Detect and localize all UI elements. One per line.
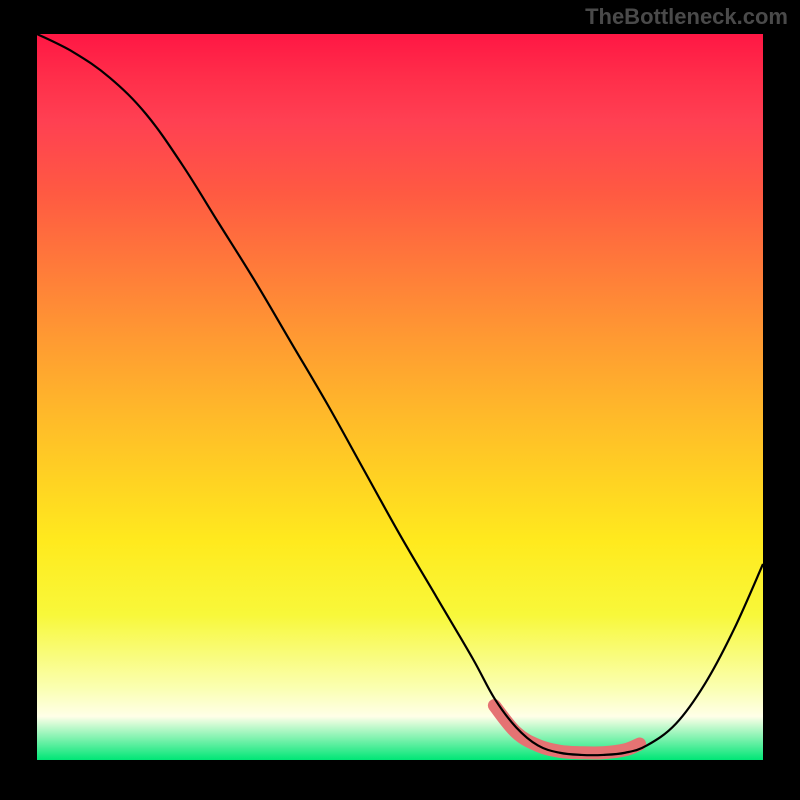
chart-svg: [37, 34, 763, 760]
watermark-text: TheBottleneck.com: [585, 4, 788, 30]
optimal-region-highlight: [494, 706, 639, 753]
bottleneck-curve: [37, 34, 763, 755]
chart-plot-area: [37, 34, 763, 760]
